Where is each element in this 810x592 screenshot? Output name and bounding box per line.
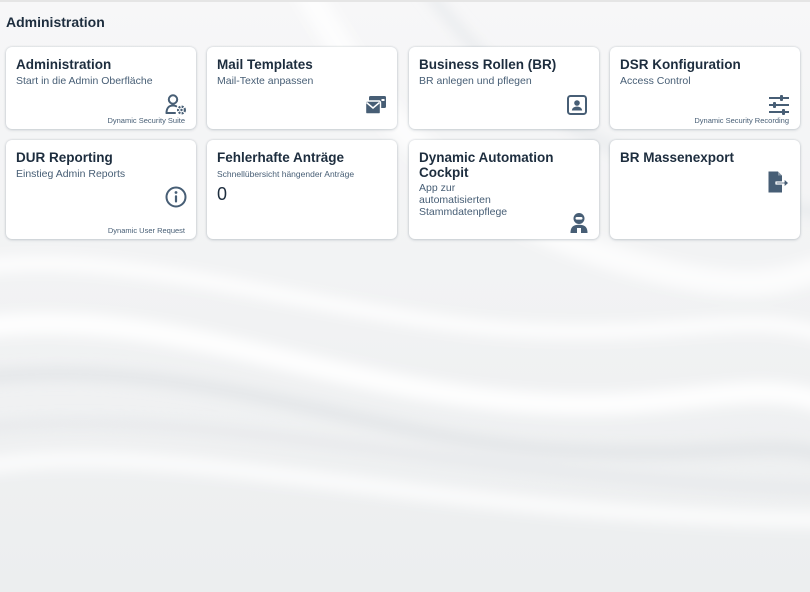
tile-subtitle: Einstieg Admin Reports <box>16 168 126 180</box>
tile-subtitle: BR anlegen und pflegen <box>419 75 532 87</box>
tile-title: BR Massenexport <box>620 150 735 165</box>
tile-title: DUR Reporting <box>16 150 113 165</box>
section-title: Administration <box>6 14 105 30</box>
tile-dsr-konfiguration[interactable]: DSR Konfiguration Access Control Dynamic… <box>610 47 800 129</box>
tile-subtitle: App zur automatisierten Stammdatenpflege <box>419 182 508 218</box>
tile-business-rollen[interactable]: Business Rollen (BR) BR anlegen und pfle… <box>409 47 599 129</box>
tile-footer: Dynamic User Request <box>107 226 185 235</box>
tile-title: Dynamic Automation Cockpit <box>419 150 554 180</box>
tile-title: Administration <box>16 57 112 72</box>
tile-subtitle: Start in die Admin Oberfläche <box>16 75 153 87</box>
tile-fehlerhafte-antraege[interactable]: Fehlerhafte Anträge Schnellübersicht hän… <box>207 140 397 239</box>
tile-subtitle: Schnellübersicht hängender Anträge <box>217 169 355 179</box>
tile-title: DSR Konfiguration <box>620 57 741 72</box>
export-document-icon <box>768 171 790 193</box>
tile-subtitle: Mail-Texte anpassen <box>217 75 314 87</box>
mail-template-icon <box>364 96 386 115</box>
tile-kpi-value: 0 <box>217 184 228 204</box>
tile-title: Fehlerhafte Anträge <box>217 150 345 165</box>
tile-br-massenexport[interactable]: BR Massenexport <box>610 140 800 239</box>
tile-footer: Dynamic Security Suite <box>107 116 185 125</box>
contact-card-icon <box>567 95 587 115</box>
info-icon <box>165 186 187 208</box>
sliders-icon <box>769 95 789 115</box>
tile-title: Business Rollen (BR) <box>419 57 557 72</box>
tile-mail-templates[interactable]: Mail Templates Mail-Texte anpassen <box>207 47 397 129</box>
tile-administration[interactable]: Administration Start in die Admin Oberfl… <box>6 47 196 129</box>
tile-subtitle: Access Control <box>620 75 691 87</box>
robot-icon <box>570 213 588 233</box>
tile-dynamic-automation-cockpit[interactable]: Dynamic Automation Cockpit App zur autom… <box>409 140 599 239</box>
tile-title: Mail Templates <box>217 57 313 72</box>
tile-footer: Dynamic Security Recording <box>694 116 789 125</box>
user-settings-icon <box>165 94 187 115</box>
shell-divider <box>0 0 810 2</box>
tile-dur-reporting[interactable]: DUR Reporting Einstieg Admin Reports Dyn… <box>6 140 196 239</box>
